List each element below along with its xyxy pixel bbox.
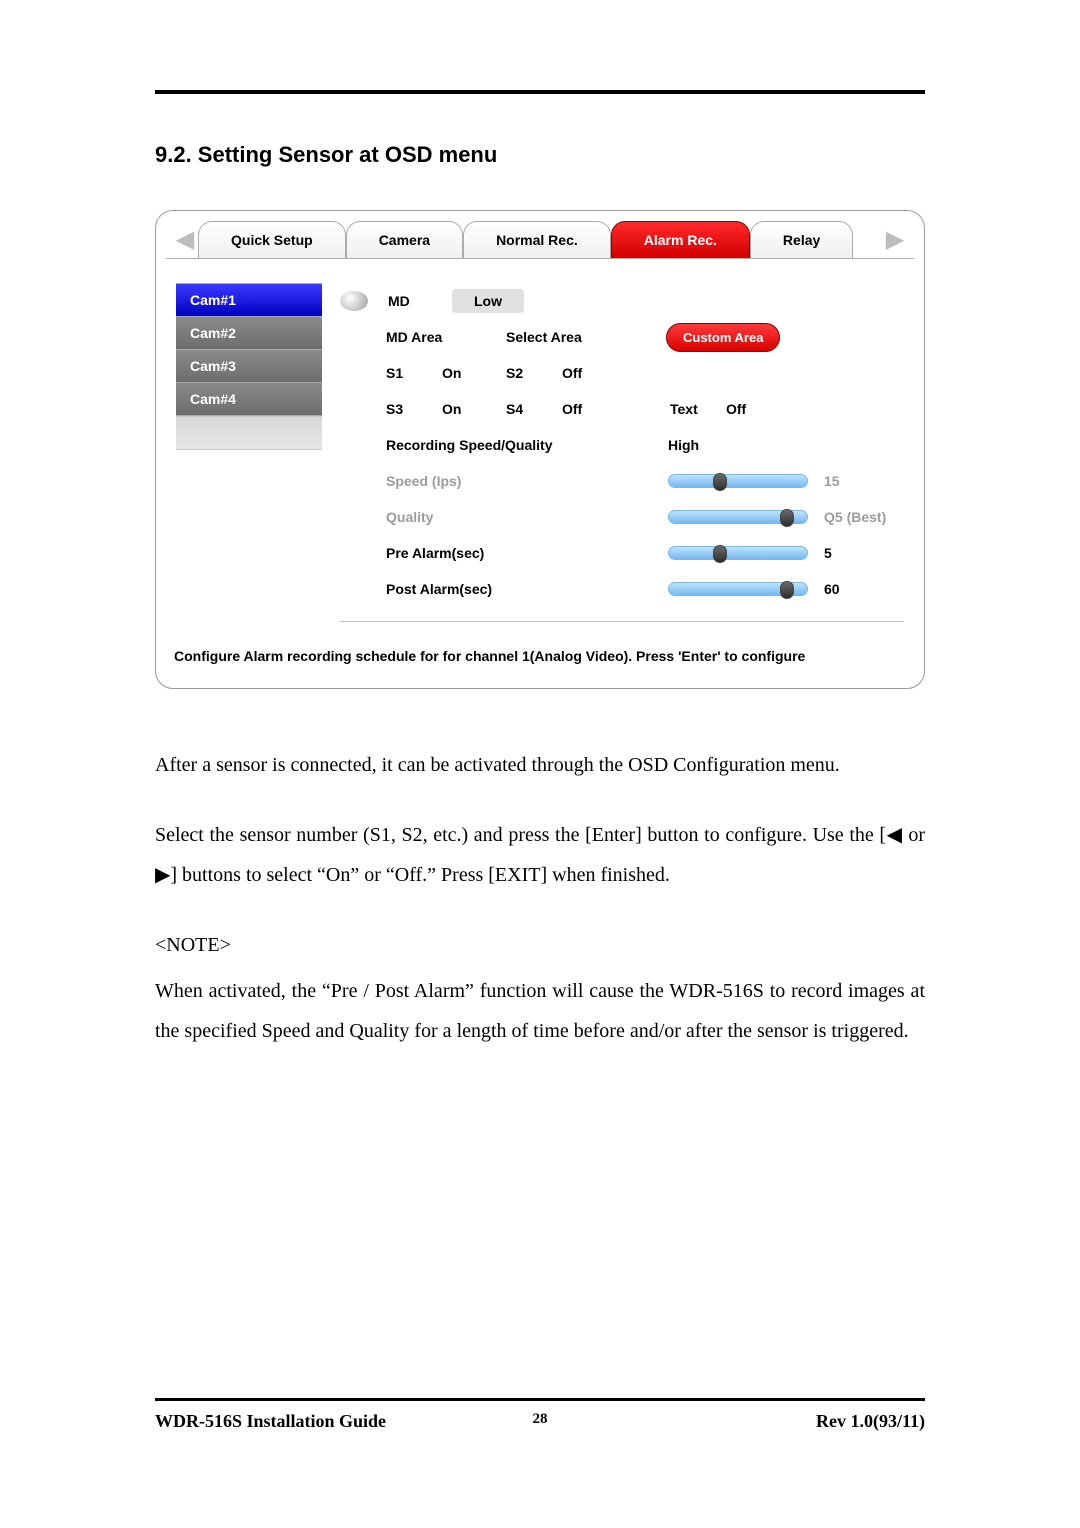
pre-alarm-value: 5 — [824, 545, 904, 561]
s4-value[interactable]: Off — [562, 401, 626, 417]
quality-slider[interactable] — [668, 510, 808, 524]
camera-icon — [340, 291, 368, 311]
rsq-label: Recording Speed/Quality — [386, 437, 668, 453]
quality-slider-thumb[interactable] — [780, 509, 794, 527]
camera-item-2[interactable]: Cam#2 — [176, 316, 322, 349]
select-area-label[interactable]: Select Area — [506, 329, 636, 345]
settings-pane: MD Low MD Area Select Area Custom Area S… — [340, 283, 904, 628]
post-alarm-slider[interactable] — [668, 582, 808, 596]
footer-rule — [155, 1398, 925, 1401]
pre-alarm-slider-thumb[interactable] — [713, 545, 727, 563]
text-label: Text — [670, 401, 726, 417]
md-area-label: MD Area — [386, 329, 506, 345]
post-alarm-value: 60 — [824, 581, 904, 597]
s1-value[interactable]: On — [442, 365, 506, 381]
s2-label: S2 — [506, 365, 562, 381]
s1-label: S1 — [386, 365, 442, 381]
paragraph-3: When activated, the “Pre / Post Alarm” f… — [155, 971, 925, 1051]
tab-prev-arrow[interactable]: ◀ — [172, 227, 198, 253]
tab-next-arrow[interactable]: ▶ — [882, 227, 908, 253]
osd-panel: ◀ Quick Setup Camera Normal Rec. Alarm R… — [155, 210, 925, 689]
speed-slider-thumb[interactable] — [713, 473, 727, 491]
s3-value[interactable]: On — [442, 401, 506, 417]
settings-divider — [340, 621, 904, 622]
post-alarm-label: Post Alarm(sec) — [386, 581, 668, 597]
footer-revision: Rev 1.0(93/11) — [816, 1411, 925, 1432]
section-heading: 9.2. Setting Sensor at OSD menu — [155, 142, 925, 168]
rsq-value[interactable]: High — [668, 437, 699, 453]
note-label: <NOTE> — [155, 925, 925, 965]
paragraph-1: After a sensor is connected, it can be a… — [155, 745, 925, 785]
footer-doc-title: WDR-516S Installation Guide — [155, 1411, 386, 1432]
speed-slider[interactable] — [668, 474, 808, 488]
tab-quick-setup[interactable]: Quick Setup — [198, 221, 346, 258]
s2-value[interactable]: Off — [562, 365, 626, 381]
quality-label: Quality — [386, 509, 668, 525]
custom-area-button[interactable]: Custom Area — [666, 323, 780, 352]
s4-label: S4 — [506, 401, 562, 417]
camera-list: Cam#1 Cam#2 Cam#3 Cam#4 — [176, 283, 322, 628]
quality-value: Q5 (Best) — [824, 509, 904, 525]
camera-item-4[interactable]: Cam#4 — [176, 382, 322, 416]
paragraph-2: Select the sensor number (S1, S2, etc.) … — [155, 815, 925, 895]
text-value[interactable]: Off — [726, 401, 746, 417]
tab-relay[interactable]: Relay — [750, 221, 853, 258]
camera-item-1[interactable]: Cam#1 — [176, 283, 322, 316]
tab-normal-rec[interactable]: Normal Rec. — [463, 221, 611, 258]
pre-alarm-label: Pre Alarm(sec) — [386, 545, 668, 561]
tab-camera[interactable]: Camera — [346, 221, 463, 258]
status-text: Configure Alarm recording schedule for f… — [166, 628, 914, 664]
post-alarm-slider-thumb[interactable] — [780, 581, 794, 599]
pre-alarm-slider[interactable] — [668, 546, 808, 560]
footer-page-number: 28 — [533, 1411, 548, 1428]
md-value[interactable]: Low — [452, 289, 524, 313]
speed-value: 15 — [824, 473, 904, 489]
panel-body: Cam#1 Cam#2 Cam#3 Cam#4 MD Low MD Area S… — [166, 258, 914, 628]
camera-item-3[interactable]: Cam#3 — [176, 349, 322, 382]
camera-item-blank — [176, 416, 322, 450]
header-rule — [155, 90, 925, 94]
tab-alarm-rec[interactable]: Alarm Rec. — [611, 221, 750, 258]
speed-label: Speed (Ips) — [386, 473, 668, 489]
s3-label: S3 — [386, 401, 442, 417]
tab-bar: ◀ Quick Setup Camera Normal Rec. Alarm R… — [166, 221, 914, 258]
body-copy: After a sensor is connected, it can be a… — [155, 745, 925, 1051]
page-footer: WDR-516S Installation Guide 28 Rev 1.0(9… — [155, 1398, 925, 1432]
md-label: MD — [388, 293, 452, 309]
